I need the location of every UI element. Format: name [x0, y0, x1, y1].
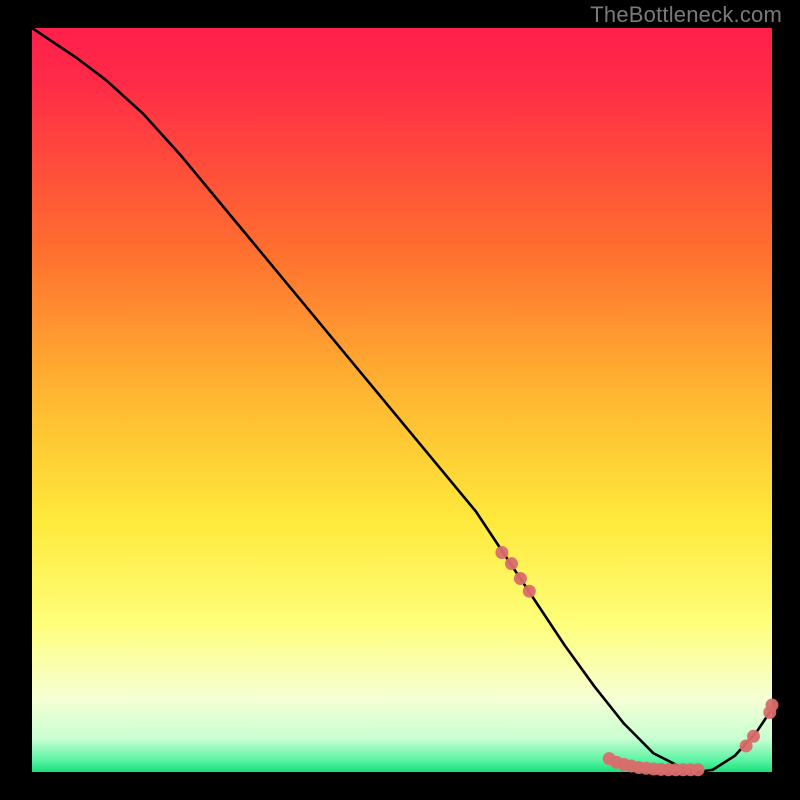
data-point	[514, 572, 527, 585]
data-point	[505, 557, 518, 570]
data-point	[692, 763, 705, 776]
data-point	[766, 699, 779, 712]
data-point	[495, 546, 508, 559]
data-point	[523, 585, 536, 598]
data-point	[747, 730, 760, 743]
plot-background	[32, 28, 772, 772]
bottleneck-chart	[0, 0, 800, 800]
chart-stage: TheBottleneck.com	[0, 0, 800, 800]
watermark-text: TheBottleneck.com	[590, 2, 782, 28]
